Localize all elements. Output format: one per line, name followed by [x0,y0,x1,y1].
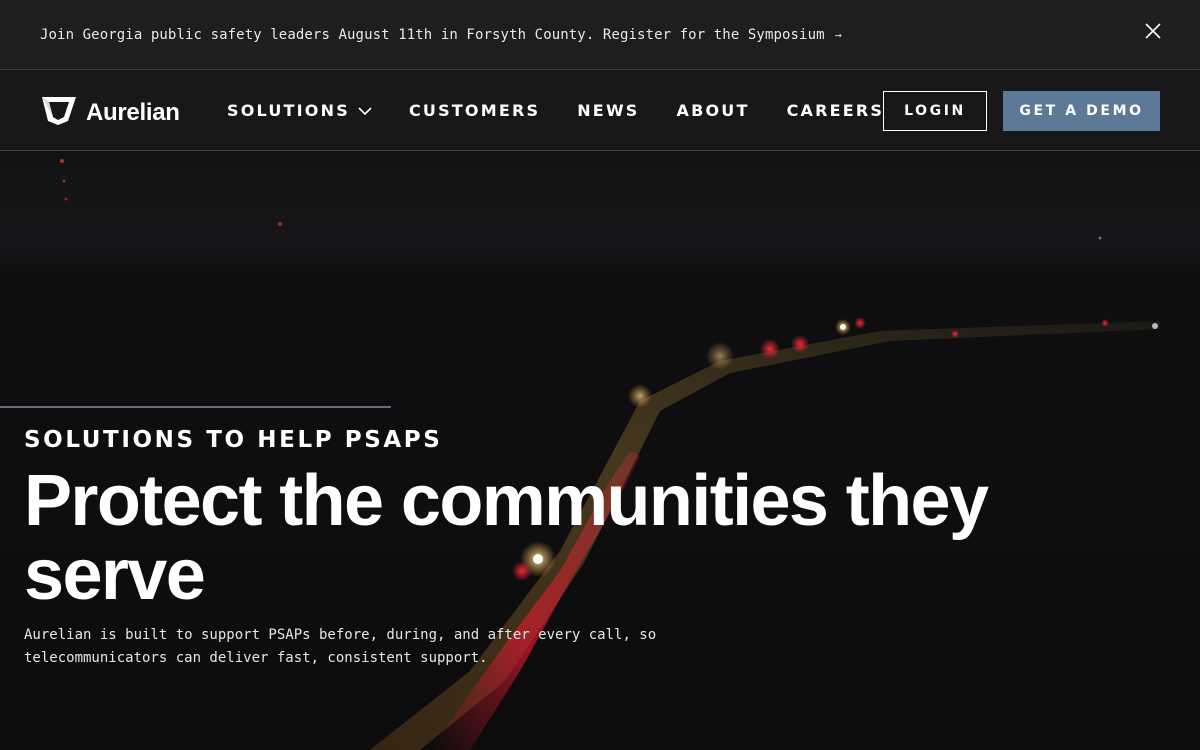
hero-section: SOLUTIONS TO HELP PSAPS Protect the comm… [0,151,1200,750]
aurelian-shield-logo-icon [40,93,78,132]
nav-item-label: CUSTOMERS [408,101,541,120]
nav-item-solutions[interactable]: SOLUTIONS [227,101,372,120]
hero-subtext: Aurelian is built to support PSAPs befor… [24,627,657,666]
hero-eyebrow: SOLUTIONS TO HELP PSAPS [24,427,443,453]
nav-item-careers[interactable]: CAREERS [787,101,885,120]
main-nav: SOLUTIONS CUSTOMERS NEWS ABOUT CAREERS [227,70,921,151]
hero-divider [0,406,391,408]
nav-item-label: SOLUTIONS [227,101,350,120]
close-icon[interactable] [1144,22,1162,40]
brand-name: Aurelian [86,98,180,126]
nav-item-news[interactable]: NEWS [577,101,639,120]
login-button[interactable]: LOGIN [883,91,987,131]
logo-link[interactable]: Aurelian [40,93,180,132]
announcement-bar: Join Georgia public safety leaders Augus… [0,0,1200,70]
announcement-text: Join Georgia public safety leaders Augus… [40,26,825,43]
site-header: Aurelian SOLUTIONS CUSTOMERS NEWS ABOUT … [0,70,1200,151]
nav-item-about[interactable]: ABOUT [677,101,750,120]
arrow-right-icon: → [834,27,842,42]
chevron-down-icon [358,101,372,120]
hero-headline: Protect the communities they serve [24,461,989,615]
nav-item-label: ABOUT [676,101,750,120]
announcement-link[interactable]: Join Georgia public safety leaders Augus… [40,27,842,43]
nav-item-customers[interactable]: CUSTOMERS [409,101,540,120]
nav-item-label: CAREERS [786,101,885,120]
nav-item-label: NEWS [577,101,640,120]
get-demo-button[interactable]: GET A DEMO [1003,91,1160,131]
